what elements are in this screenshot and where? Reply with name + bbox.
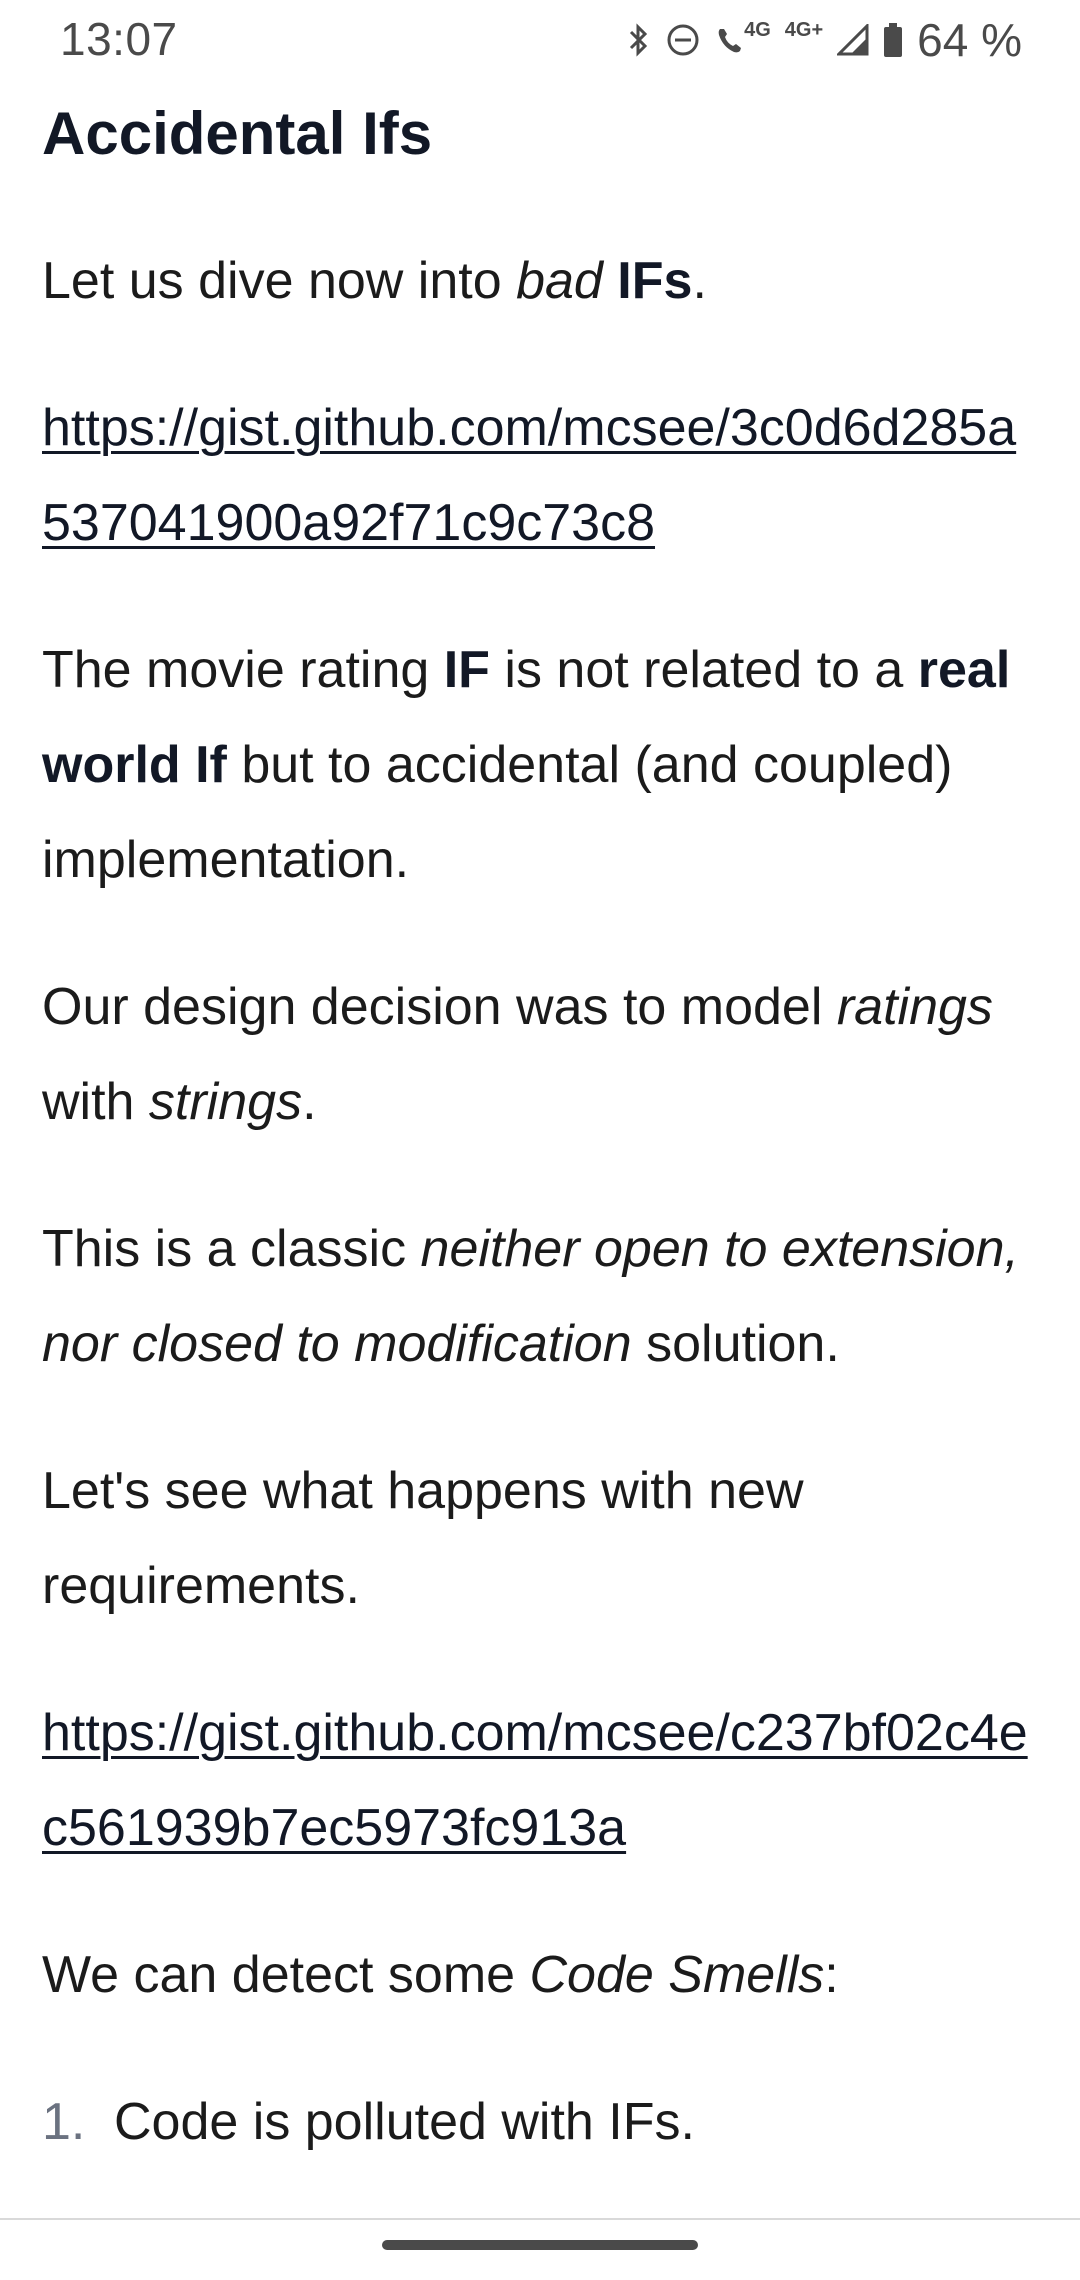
gist-link-paragraph-2: https://gist.github.com/mcsee/c237bf02c4… — [42, 1686, 1042, 1876]
signal-icon — [837, 24, 869, 56]
status-time: 13:07 — [60, 13, 178, 65]
list-item-number: 1. — [42, 2093, 86, 2151]
paragraph-intro: Let us dive now into bad IFs. — [42, 234, 1042, 329]
intro-space — [603, 252, 617, 310]
paragraph-design-decision: Our design decision was to model ratings… — [42, 960, 1042, 1150]
network-4gplus-icon: 4G+ — [785, 19, 823, 52]
list-item: 1. Code is polluted with IFs. — [42, 2075, 1042, 2170]
design-text-3: . — [302, 1073, 317, 1131]
intro-end: . — [692, 252, 707, 310]
status-bar: 13:07 4G 4G+ 64 % — [0, 0, 1080, 80]
design-text-2: with — [42, 1073, 149, 1131]
smells-em: Code Smells — [529, 1946, 825, 2004]
intro-bold: IFs — [617, 252, 693, 310]
paragraph-movie-rating: The movie rating IF is not related to a … — [42, 623, 1042, 908]
design-em-strings: strings — [148, 1073, 303, 1131]
battery-percentage: 64 % — [917, 14, 1022, 66]
design-text-1: Our design decision was to model — [42, 978, 837, 1036]
volte-call-icon: 4G — [714, 19, 771, 57]
paragraph-classic: This is a classic neither open to extens… — [42, 1202, 1042, 1392]
navigation-bar — [0, 2220, 1080, 2280]
intro-text: Let us dive now into — [42, 252, 517, 310]
classic-text-1: This is a classic — [42, 1220, 421, 1278]
paragraph-code-smells: We can detect some Code Smells: — [42, 1928, 1042, 2023]
intro-em: bad — [516, 252, 603, 310]
smells-text-2: : — [824, 1946, 839, 2004]
smells-text-1: We can detect some — [42, 1946, 530, 2004]
network-label-4g: 4G — [744, 18, 771, 41]
bluetooth-icon — [626, 23, 652, 57]
movie-text-1: The movie rating — [42, 641, 444, 699]
network-label-4gplus: 4G+ — [784, 18, 824, 41]
gist-link-1[interactable]: https://gist.github.com/mcsee/3c0d6d285a… — [42, 399, 1016, 552]
status-icons: 4G 4G+ 64 % — [626, 14, 1022, 66]
gist-link-2[interactable]: https://gist.github.com/mcsee/c237bf02c4… — [42, 1704, 1028, 1857]
gist-link-paragraph-1: https://gist.github.com/mcsee/3c0d6d285a… — [42, 381, 1042, 571]
classic-text-2: solution. — [631, 1315, 840, 1373]
movie-text-2: is not related to a — [489, 641, 918, 699]
do-not-disturb-icon — [666, 23, 700, 57]
code-smells-list: 1. Code is polluted with IFs. — [42, 2075, 1042, 2170]
movie-bold-if: IF — [443, 641, 490, 699]
battery-icon — [883, 22, 903, 58]
paragraph-new-requirements: Let's see what happens with new requirem… — [42, 1462, 804, 1615]
design-em-ratings: ratings — [836, 978, 993, 1036]
article-body: Accidental Ifs Let us dive now into bad … — [42, 92, 1042, 2170]
gesture-handle[interactable] — [382, 2240, 698, 2250]
section-heading: Accidental Ifs — [42, 100, 433, 167]
list-item-text: Code is polluted with IFs. — [114, 2093, 695, 2151]
